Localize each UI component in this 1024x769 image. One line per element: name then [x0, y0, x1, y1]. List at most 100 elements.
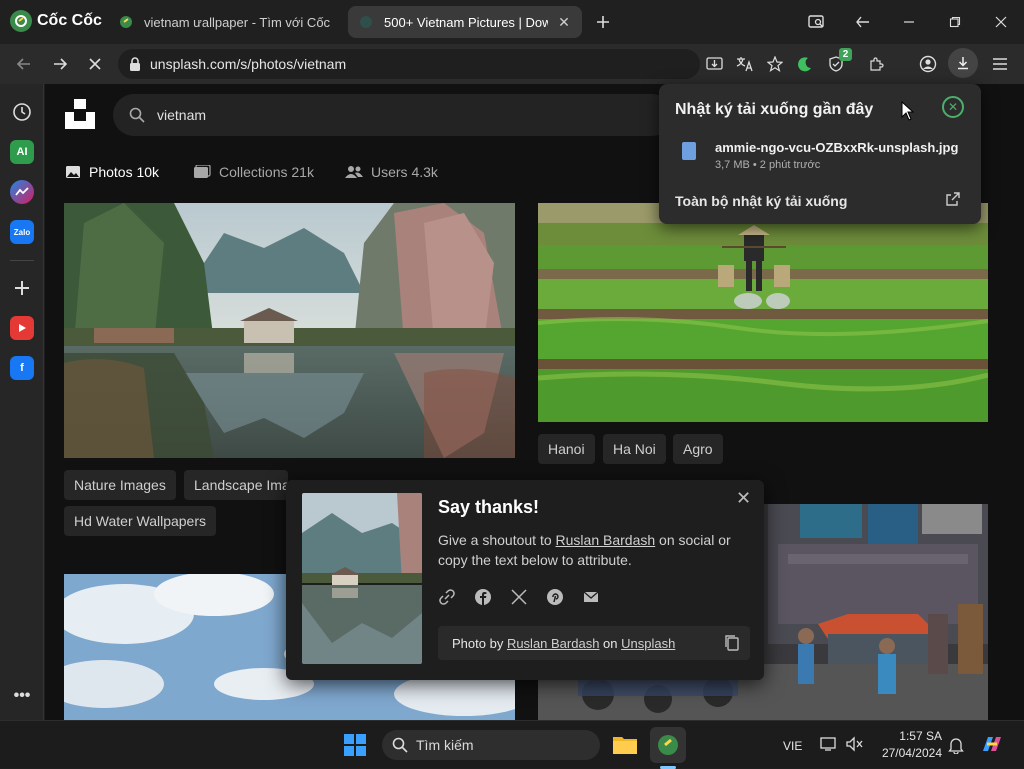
unsplash-logo-icon[interactable]	[64, 98, 96, 130]
mouse-cursor-icon	[901, 101, 915, 121]
close-thanks-icon[interactable]: ✕	[736, 488, 751, 509]
filter-collections[interactable]: Collections 21k	[193, 164, 314, 180]
tag-nature-images[interactable]: Nature Images	[64, 470, 176, 500]
close-downloads-icon[interactable]: ✕	[942, 96, 964, 118]
downloads-icon[interactable]	[948, 48, 978, 78]
share-buttons	[438, 588, 600, 606]
back-history-icon[interactable]	[852, 11, 874, 33]
network-icon[interactable]	[820, 736, 838, 752]
filter-photos[interactable]: Photos 10k	[65, 164, 159, 180]
facebook-icon[interactable]: f	[10, 356, 34, 380]
tab-search-icon[interactable]	[806, 11, 828, 33]
clock-time[interactable]: 1:57 SA	[878, 729, 942, 743]
add-sidebar-app-icon[interactable]	[10, 276, 34, 300]
thanks-photo-thumbnail	[302, 493, 422, 664]
on-label: on	[599, 635, 622, 651]
close-window-icon[interactable]	[990, 11, 1012, 33]
windows-start-icon[interactable]	[344, 734, 366, 756]
search-icon	[392, 737, 408, 753]
restore-icon[interactable]	[944, 11, 966, 33]
more-dots-icon[interactable]: •••	[10, 684, 34, 708]
clock-date[interactable]: 27/04/2024	[878, 746, 942, 760]
thanks-text: Give a shoutout to Ruslan Bardash on soc…	[438, 530, 748, 570]
navigation-bar: unsplash.com/s/photos/vietnam 2	[0, 44, 1024, 84]
dark-mode-moon-icon[interactable]	[794, 53, 816, 75]
back-icon[interactable]	[13, 53, 35, 75]
download-filename[interactable]: ammie-ngo-vcu-OZBxxRk-unsplash.jpg	[715, 140, 958, 155]
filter-users[interactable]: Users 4.3k	[345, 164, 438, 180]
browser-brand[interactable]: Cốc Cốc	[10, 10, 102, 32]
tag-agro[interactable]: Agro	[673, 434, 723, 464]
messenger-icon[interactable]	[10, 180, 34, 204]
unsplash-tab-icon	[358, 14, 376, 30]
photo-karst-landscape[interactable]	[64, 203, 515, 458]
link-icon[interactable]	[438, 588, 456, 606]
ai-assistant-icon[interactable]: AI	[10, 140, 34, 164]
title-bar: Cốc Cốc vietnam ưallpaper - Tìm với Cốc …	[0, 0, 1024, 44]
coccoc-taskbar-icon[interactable]	[650, 727, 686, 763]
pinterest-icon[interactable]	[546, 588, 564, 606]
forward-icon[interactable]	[49, 53, 71, 75]
author-link[interactable]: Ruslan Bardash	[556, 532, 656, 548]
youtube-icon[interactable]	[10, 316, 34, 340]
filter-label: Photos 10k	[89, 164, 160, 180]
downloads-popup: Nhật ký tải xuống gần đây ✕ ammie-ngo-vc…	[659, 84, 981, 224]
language-indicator[interactable]: VIE	[783, 739, 802, 753]
filter-label: Collections 21k	[219, 164, 314, 180]
lock-icon	[128, 56, 142, 72]
search-icon	[129, 107, 145, 123]
collections-icon	[193, 165, 211, 179]
shield-badge: 2	[839, 48, 852, 61]
tab-vietnam-wallpaper[interactable]: vietnam ưallpaper - Tìm với Cốc C	[108, 6, 344, 38]
say-thanks-popup: ✕ Say thanks! Give a shoutout to Ruslan …	[286, 480, 764, 680]
filter-label: Users 4.3k	[371, 164, 438, 180]
translate-icon[interactable]	[734, 53, 756, 75]
extensions-puzzle-icon[interactable]	[865, 53, 887, 75]
sidebar-divider	[10, 260, 34, 261]
facebook-share-icon[interactable]	[474, 588, 492, 606]
photo-icon	[65, 165, 81, 179]
all-downloads-link[interactable]: Toàn bộ nhật ký tải xuống	[675, 193, 847, 209]
adblock-shield-icon[interactable]: 2	[826, 48, 852, 75]
volume-muted-icon[interactable]	[846, 736, 864, 752]
address-bar[interactable]: unsplash.com/s/photos/vietnam	[118, 49, 700, 79]
tag-hanoi[interactable]: Hanoi	[538, 434, 595, 464]
tag-ha-noi[interactable]: Ha Noi	[603, 434, 666, 464]
tab-unsplash-vietnam[interactable]: 500+ Vietnam Pictures | Dow ✕	[348, 6, 582, 38]
close-tab-icon[interactable]: ✕	[556, 14, 572, 31]
users-icon	[345, 165, 363, 179]
tab-title: 500+ Vietnam Pictures | Dow	[384, 14, 548, 30]
thanks-title: Say thanks!	[438, 497, 540, 517]
copilot-icon[interactable]	[980, 732, 1004, 756]
stop-loading-icon[interactable]	[84, 53, 106, 75]
file-explorer-icon[interactable]	[612, 733, 638, 755]
menu-hamburger-icon[interactable]	[989, 53, 1011, 75]
file-icon	[682, 142, 696, 160]
bookmark-star-icon[interactable]	[764, 53, 786, 75]
copy-icon[interactable]	[724, 634, 740, 652]
install-app-icon[interactable]	[704, 53, 726, 75]
download-meta: 3,7 MB • 2 phút trước	[715, 159, 821, 171]
thanks-text-prefix: Give a shoutout to	[438, 532, 556, 548]
tag-landscape-images[interactable]: Landscape Ima	[184, 470, 288, 500]
history-icon[interactable]	[10, 100, 34, 124]
tab-title: vietnam ưallpaper - Tìm với Cốc C	[144, 14, 334, 30]
profile-icon[interactable]	[917, 53, 939, 75]
notification-bell-icon[interactable]	[948, 736, 964, 754]
email-icon[interactable]	[582, 588, 600, 606]
downloads-title: Nhật ký tải xuống gần đây	[675, 101, 874, 118]
open-external-icon[interactable]	[945, 191, 961, 207]
x-twitter-icon[interactable]	[510, 588, 528, 606]
zalo-icon[interactable]: Zalo	[10, 220, 34, 244]
search-query: vietnam	[157, 107, 207, 123]
photo-farm-field[interactable]	[538, 203, 988, 422]
search-input[interactable]: vietnam	[113, 94, 673, 136]
taskbar-search[interactable]: Tìm kiếm	[382, 730, 600, 760]
new-tab-icon[interactable]	[592, 11, 614, 33]
minimize-icon[interactable]	[898, 11, 920, 33]
credit-author-link[interactable]: Ruslan Bardash	[507, 636, 600, 651]
tag-hd-water-wallpapers[interactable]: Hd Water Wallpapers	[64, 506, 217, 536]
coccoc-logo-icon	[10, 10, 32, 32]
unsplash-link[interactable]: Unsplash	[621, 636, 675, 651]
brand-label: Cốc Cốc	[37, 12, 102, 29]
